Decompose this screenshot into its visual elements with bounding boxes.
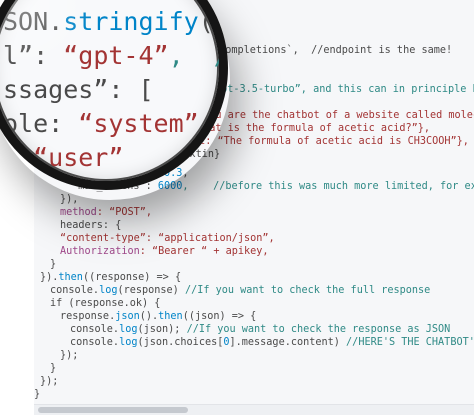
magnified-line: ssages”: [ <box>3 73 154 107</box>
code-line: method: “POST”, <box>60 206 152 219</box>
code-token: : “Bearer “ + apikey, <box>139 246 269 257</box>
code-line: if (response.ok) { <box>50 297 160 310</box>
code-token: “user” <box>3 143 124 172</box>
code-token: } <box>50 363 57 374</box>
code-token: }). <box>40 272 59 283</box>
code-token: (json); <box>137 324 187 335</box>
code-token: json <box>115 311 140 322</box>
code-token: method <box>60 207 97 218</box>
code-token: , //p <box>168 41 228 70</box>
code-line: console.log(json); //If you want to chec… <box>70 323 450 336</box>
code-token: //If you want to check the full response <box>184 285 431 296</box>
code-token: ].message.content) <box>229 337 347 348</box>
code-token: then <box>58 272 83 283</box>
code-token: //If you want to check the response as J… <box>186 324 451 335</box>
code-token: log <box>119 337 138 348</box>
code-token: headers: { <box>60 220 122 231</box>
code-line: }).then((response) => { <box>40 271 181 284</box>
horizontal-scrollbar[interactable] <box>34 404 474 415</box>
magnified-line: ole: “system” <box>3 107 199 141</box>
code-token: “content-type”: “application/json”, <box>60 233 275 244</box>
code-token: : “POST”, <box>96 207 153 218</box>
code-token: ole: <box>3 109 79 138</box>
code-line: } <box>50 258 56 271</box>
code-token: //HERE'S THE CHATBOT'S RESPONSE <box>346 337 474 348</box>
scrollbar-thumb[interactable] <box>38 407 188 413</box>
code-token: } <box>34 389 41 400</box>
code-token: , //before this was much more limited, f… <box>182 181 474 192</box>
code-token: (json.choices[ <box>137 337 224 348</box>
code-line: } <box>34 388 40 401</box>
code-token: }); <box>40 376 59 387</box>
code-line: “content-type”: “application/json”, <box>60 232 275 245</box>
code-token: then <box>158 311 183 322</box>
code-token: console. <box>70 337 120 348</box>
code-token: response. <box>60 311 116 322</box>
code-line: console.log(json.choices[0].message.cont… <box>70 336 474 349</box>
code-token: ((response) => { <box>82 272 182 283</box>
code-token: ((json) => { <box>182 311 257 322</box>
code-line: }); <box>40 375 58 388</box>
code-token: “system” <box>78 109 199 138</box>
code-line: }); <box>60 349 78 362</box>
code-token: if (response.ok) { <box>50 298 161 309</box>
code-token: }); <box>60 350 79 361</box>
code-token: ssages”: [ <box>3 75 154 104</box>
code-token: (). <box>139 311 159 322</box>
code-token: console. <box>50 285 100 296</box>
code-token: console. <box>70 324 120 335</box>
code-token: (response) <box>117 285 185 296</box>
code-token: }), <box>60 194 79 205</box>
code-line: headers: { <box>60 219 121 232</box>
code-line: } <box>50 362 56 375</box>
code-token: log <box>119 324 138 335</box>
code-line: Authorization: “Bearer “ + apikey, <box>60 245 269 258</box>
code-line: response.json().then((json) => { <box>60 310 256 323</box>
code-line: console.log(response) //If you want to c… <box>50 284 430 297</box>
code-token: log <box>99 285 118 296</box>
code-token: } <box>50 259 57 270</box>
magnified-line: “user” <box>3 141 123 175</box>
code-token: Authorization <box>60 246 140 257</box>
